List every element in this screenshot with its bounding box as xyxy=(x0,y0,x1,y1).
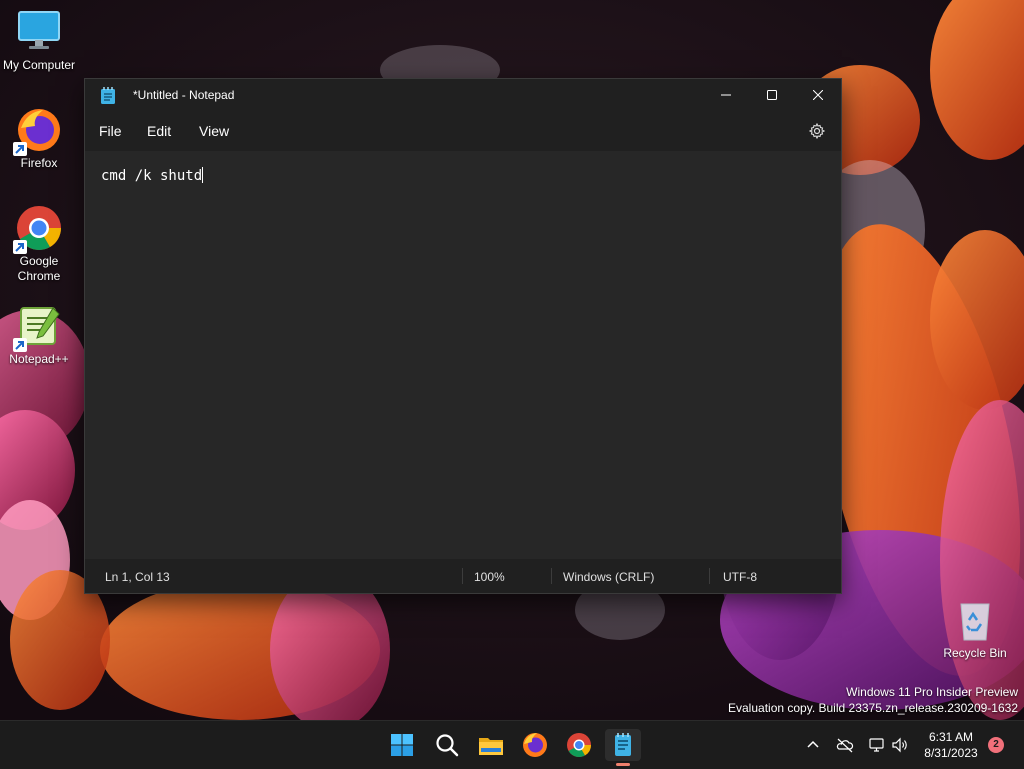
status-bar: Ln 1, Col 13 100% Windows (CRLF) UTF-8 xyxy=(85,559,841,593)
maximize-button[interactable] xyxy=(749,79,795,111)
desktop-icon-label: Google Chrome xyxy=(17,254,61,283)
shortcut-arrow-icon xyxy=(13,142,27,156)
taskbar-clock[interactable]: 6:31 AM 8/31/2023 xyxy=(920,729,982,761)
recycle-bin-icon xyxy=(951,596,999,644)
window-title: *Untitled - Notepad xyxy=(133,88,235,102)
text-caret xyxy=(202,167,204,183)
chrome-icon xyxy=(567,733,591,758)
notepad-window: *Untitled - Notepad File Edit View cmd /… xyxy=(84,78,842,594)
windows-watermark: Windows 11 Pro Insider Preview Evaluatio… xyxy=(728,684,1018,716)
shortcut-arrow-icon xyxy=(13,240,27,254)
status-divider xyxy=(462,568,463,584)
desktop-icon-label: Notepad++ xyxy=(9,352,69,366)
shortcut-arrow-icon xyxy=(13,338,27,352)
file-explorer-icon xyxy=(479,738,503,755)
taskbar: 6:31 AM 8/31/2023 2 xyxy=(0,720,1024,769)
desktop-icon-label: My Computer xyxy=(2,58,76,72)
desktop-icon-recycle-bin[interactable]: Recycle Bin xyxy=(937,596,1013,661)
editor-text: cmd /k shutd xyxy=(101,168,203,184)
search-button[interactable] xyxy=(431,729,463,761)
minimize-icon xyxy=(721,94,731,96)
windows-start-icon xyxy=(391,734,413,756)
active-app-indicator xyxy=(616,763,630,766)
network-icon xyxy=(869,738,884,752)
text-editor[interactable]: cmd /k shutd xyxy=(85,151,841,559)
clock-date: 8/31/2023 xyxy=(924,746,978,760)
notification-badge[interactable]: 2 xyxy=(988,737,1004,753)
taskbar-firefox[interactable] xyxy=(519,729,551,761)
status-divider xyxy=(551,568,552,584)
network-tray[interactable] xyxy=(868,736,886,754)
desktop-icon-chrome[interactable]: Google Chrome xyxy=(1,204,77,284)
desktop-icon-notepadpp[interactable]: Notepad++ xyxy=(1,302,77,367)
monitor-icon xyxy=(15,8,63,56)
menu-edit[interactable]: Edit xyxy=(147,123,171,139)
close-button[interactable] xyxy=(795,79,841,111)
maximize-icon xyxy=(767,90,777,100)
taskbar-chrome[interactable] xyxy=(563,729,595,761)
menu-file[interactable]: File xyxy=(99,123,122,139)
volume-tray[interactable] xyxy=(891,736,909,754)
status-zoom[interactable]: 100% xyxy=(474,570,505,584)
onedrive-tray[interactable] xyxy=(836,736,854,754)
menu-bar: File Edit View xyxy=(85,111,841,151)
title-bar[interactable]: *Untitled - Notepad xyxy=(85,79,841,111)
desktop-icon-label: Recycle Bin xyxy=(943,646,1007,660)
editor-content: cmd /k shutd xyxy=(101,167,204,184)
taskbar-file-explorer[interactable] xyxy=(475,729,507,761)
chrome-icon xyxy=(13,204,63,254)
onedrive-offline-icon xyxy=(836,738,854,753)
chevron-up-icon xyxy=(807,740,819,748)
firefox-icon xyxy=(523,733,547,757)
watermark-line-1: Windows 11 Pro Insider Preview xyxy=(846,685,1018,699)
notepad-icon xyxy=(101,87,115,104)
search-icon xyxy=(436,734,459,757)
notepad-icon xyxy=(615,733,631,756)
notepadpp-icon xyxy=(13,302,63,352)
menu-view[interactable]: View xyxy=(199,123,229,139)
start-button[interactable] xyxy=(386,729,418,761)
desktop-icon-label: Firefox xyxy=(20,156,58,170)
show-hidden-icons-button[interactable] xyxy=(804,736,822,754)
desktop-icon-my-computer[interactable]: My Computer xyxy=(1,8,77,73)
watermark-line-2: Evaluation copy. Build 23375.zn_release.… xyxy=(728,701,1018,715)
volume-icon xyxy=(892,737,907,753)
minimize-button[interactable] xyxy=(703,79,749,111)
status-encoding[interactable]: UTF-8 xyxy=(723,570,757,584)
status-divider xyxy=(709,568,710,584)
close-icon xyxy=(813,90,823,100)
firefox-icon xyxy=(13,106,63,156)
clock-time: 6:31 AM xyxy=(928,730,974,744)
status-cursor-position[interactable]: Ln 1, Col 13 xyxy=(105,570,170,584)
settings-gear-icon[interactable] xyxy=(808,122,826,140)
status-line-ending[interactable]: Windows (CRLF) xyxy=(563,570,654,584)
desktop-icon-firefox[interactable]: Firefox xyxy=(1,106,77,171)
taskbar-notepad[interactable] xyxy=(605,729,641,761)
